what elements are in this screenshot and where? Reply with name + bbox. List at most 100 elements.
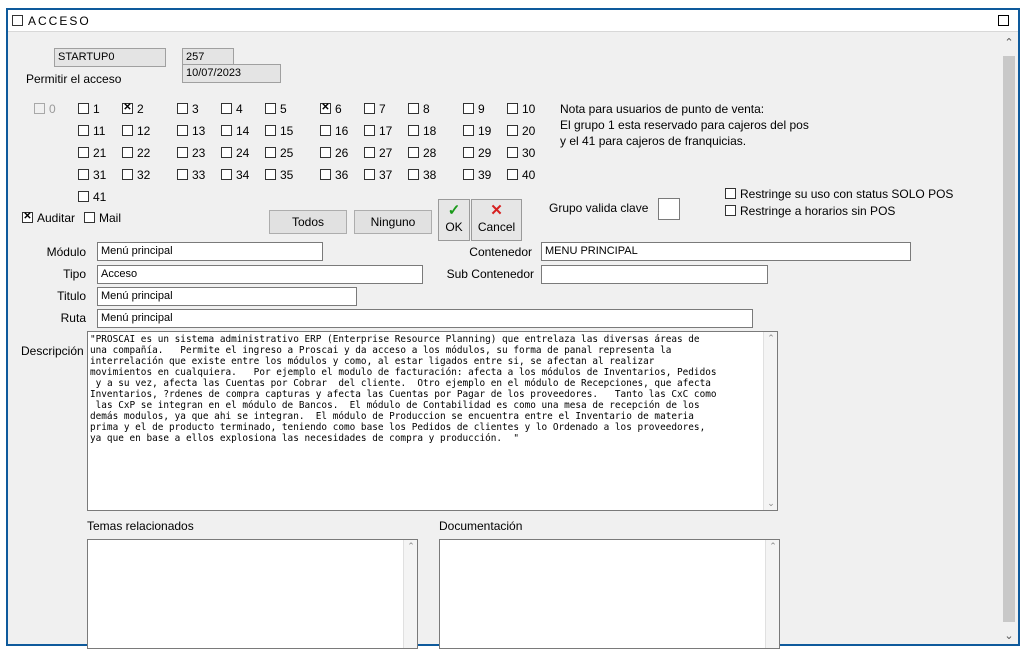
group-checkbox-17[interactable]: 17 <box>364 124 392 140</box>
group-checkbox-35[interactable]: 35 <box>265 168 293 184</box>
tipo-input[interactable]: Acceso <box>97 265 423 284</box>
group-box-31[interactable] <box>78 169 89 180</box>
group-box-0[interactable] <box>34 103 45 114</box>
scroll-up-icon[interactable]: ⌃ <box>766 541 779 552</box>
group-box-7[interactable] <box>364 103 375 114</box>
grupo-valida-input[interactable] <box>658 198 680 220</box>
documentacion-textarea[interactable]: ⌃ <box>439 539 780 649</box>
group-checkbox-1[interactable]: 1 <box>78 102 100 118</box>
descripcion-textarea[interactable]: "PROSCAI es un sistema administrativo ER… <box>87 331 778 511</box>
group-checkbox-10[interactable]: 10 <box>507 102 535 118</box>
temas-textarea[interactable]: ⌃ <box>87 539 418 649</box>
group-box-23[interactable] <box>177 147 188 158</box>
group-box-1[interactable] <box>78 103 89 114</box>
group-checkbox-38[interactable]: 38 <box>408 168 436 184</box>
group-box-40[interactable] <box>507 169 518 180</box>
group-checkbox-12[interactable]: 12 <box>122 124 150 140</box>
group-box-9[interactable] <box>463 103 474 114</box>
group-box-36[interactable] <box>320 169 331 180</box>
group-checkbox-24[interactable]: 24 <box>221 146 249 162</box>
group-box-13[interactable] <box>177 125 188 136</box>
group-box-33[interactable] <box>177 169 188 180</box>
scroll-down-icon[interactable]: ⌄ <box>764 498 777 509</box>
mail-checkbox[interactable]: Mail <box>84 211 121 227</box>
group-box-27[interactable] <box>364 147 375 158</box>
group-box-18[interactable] <box>408 125 419 136</box>
temas-scrollbar[interactable]: ⌃ <box>403 540 417 648</box>
ok-button[interactable]: ✓ OK <box>438 199 470 241</box>
group-box-10[interactable] <box>507 103 518 114</box>
group-checkbox-34[interactable]: 34 <box>221 168 249 184</box>
group-box-22[interactable] <box>122 147 133 158</box>
group-checkbox-18[interactable]: 18 <box>408 124 436 140</box>
group-box-14[interactable] <box>221 125 232 136</box>
group-checkbox-8[interactable]: 8 <box>408 102 430 118</box>
auditar-box[interactable] <box>22 210 33 224</box>
group-box-34[interactable] <box>221 169 232 180</box>
group-box-4[interactable] <box>221 103 232 114</box>
ruta-input[interactable]: Menú principal <box>97 309 753 328</box>
group-checkbox-20[interactable]: 20 <box>507 124 535 140</box>
group-box-17[interactable] <box>364 125 375 136</box>
group-checkbox-0[interactable]: 0 <box>34 102 56 118</box>
group-checkbox-29[interactable]: 29 <box>463 146 491 162</box>
scrollbar-thumb[interactable] <box>1003 56 1015 622</box>
group-box-2[interactable] <box>122 101 133 115</box>
group-box-19[interactable] <box>463 125 474 136</box>
group-box-38[interactable] <box>408 169 419 180</box>
auditar-checkbox[interactable]: Auditar <box>22 210 75 227</box>
group-box-32[interactable] <box>122 169 133 180</box>
group-checkbox-39[interactable]: 39 <box>463 168 491 184</box>
chevron-up-icon[interactable]: ⌃ <box>1000 36 1018 49</box>
group-checkbox-25[interactable]: 25 <box>265 146 293 162</box>
group-box-6[interactable] <box>320 101 331 115</box>
group-box-21[interactable] <box>78 147 89 158</box>
group-box-3[interactable] <box>177 103 188 114</box>
group-checkbox-6[interactable]: 6 <box>320 101 342 118</box>
group-checkbox-3[interactable]: 3 <box>177 102 199 118</box>
group-box-16[interactable] <box>320 125 331 136</box>
titulo-input[interactable]: Menú principal <box>97 287 357 306</box>
group-checkbox-19[interactable]: 19 <box>463 124 491 140</box>
group-box-5[interactable] <box>265 103 276 114</box>
group-checkbox-16[interactable]: 16 <box>320 124 348 140</box>
group-box-8[interactable] <box>408 103 419 114</box>
group-checkbox-37[interactable]: 37 <box>364 168 392 184</box>
group-checkbox-36[interactable]: 36 <box>320 168 348 184</box>
group-box-29[interactable] <box>463 147 474 158</box>
group-checkbox-32[interactable]: 32 <box>122 168 150 184</box>
group-box-24[interactable] <box>221 147 232 158</box>
chevron-down-icon[interactable]: ⌄ <box>1000 629 1018 642</box>
group-box-30[interactable] <box>507 147 518 158</box>
restringe-horarios-checkbox[interactable]: Restringe a horarios sin POS <box>725 204 895 220</box>
group-checkbox-22[interactable]: 22 <box>122 146 150 162</box>
scroll-up-icon[interactable]: ⌃ <box>764 333 777 344</box>
group-checkbox-33[interactable]: 33 <box>177 168 205 184</box>
group-checkbox-7[interactable]: 7 <box>364 102 386 118</box>
window-vertical-scrollbar[interactable]: ⌃ ⌄ <box>1000 32 1018 644</box>
group-checkbox-5[interactable]: 5 <box>265 102 287 118</box>
group-checkbox-14[interactable]: 14 <box>221 124 249 140</box>
group-box-39[interactable] <box>463 169 474 180</box>
subcontenedor-input[interactable] <box>541 265 768 284</box>
group-box-12[interactable] <box>122 125 133 136</box>
restringe-horarios-box[interactable] <box>725 205 736 216</box>
group-checkbox-2[interactable]: 2 <box>122 101 144 118</box>
scroll-up-icon[interactable]: ⌃ <box>404 541 417 552</box>
modulo-input[interactable]: Menú principal <box>97 242 323 261</box>
group-checkbox-41[interactable]: 41 <box>78 190 106 206</box>
group-box-11[interactable] <box>78 125 89 136</box>
maximize-icon[interactable] <box>998 15 1009 26</box>
group-checkbox-31[interactable]: 31 <box>78 168 106 184</box>
group-checkbox-11[interactable]: 11 <box>78 124 105 140</box>
group-checkbox-21[interactable]: 21 <box>78 146 106 162</box>
window-menu-icon[interactable] <box>12 15 23 26</box>
group-box-37[interactable] <box>364 169 375 180</box>
todos-button[interactable]: Todos <box>269 210 347 234</box>
group-checkbox-13[interactable]: 13 <box>177 124 205 140</box>
group-checkbox-30[interactable]: 30 <box>507 146 535 162</box>
documentacion-scrollbar[interactable]: ⌃ <box>765 540 779 648</box>
group-checkbox-4[interactable]: 4 <box>221 102 243 118</box>
ninguno-button[interactable]: Ninguno <box>354 210 432 234</box>
restringe-pos-checkbox[interactable]: Restringe su uso con status SOLO POS <box>725 187 953 203</box>
